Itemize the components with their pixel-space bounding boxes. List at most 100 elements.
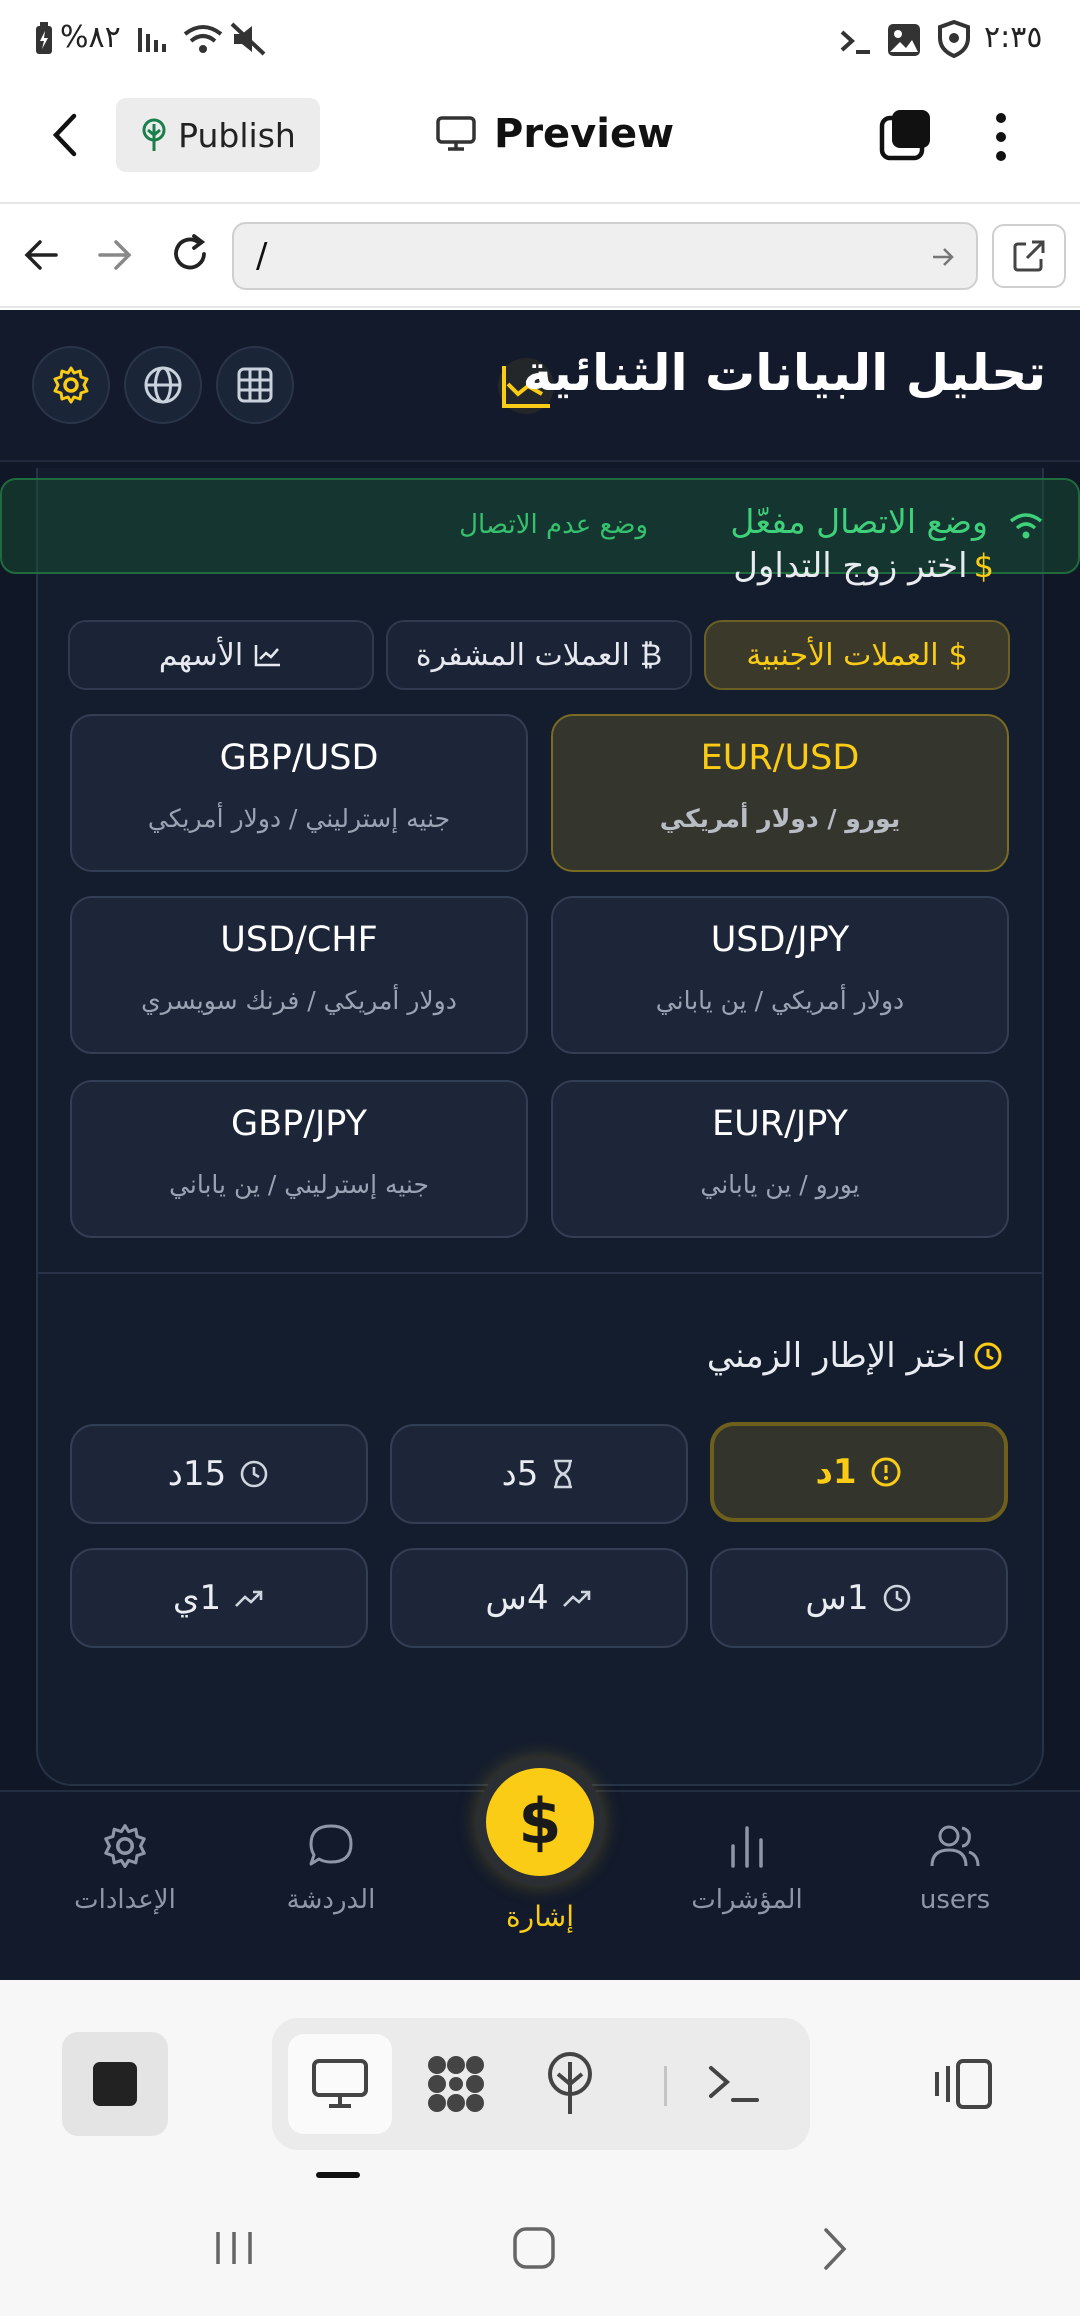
chart-line-icon [253, 642, 283, 668]
pair-symbol: EUR/USD [700, 738, 860, 778]
nav-signal-button[interactable]: $ [476, 1758, 604, 1886]
timeframe-5m[interactable]: 5د [390, 1424, 688, 1524]
wifi-connected-icon [1008, 510, 1044, 540]
dock-view-switcher [272, 2018, 810, 2150]
open-external-button[interactable] [992, 224, 1066, 288]
dock-separator [664, 2066, 667, 2106]
pair-card-eurjpy[interactable]: EUR/JPY يورو / ين ياباني [551, 1080, 1009, 1238]
timeframe-1d[interactable]: 1ي [70, 1548, 368, 1648]
offline-mode-link[interactable]: وضع عدم الاتصال [459, 510, 648, 540]
tab-crypto-label: العملات المشفرة [415, 637, 630, 673]
browser-url-bar: / [0, 202, 1080, 308]
pair-name: يورو / ين ياباني [700, 1170, 860, 1199]
pair-card-usdchf[interactable]: USD/CHF دولار أمريكي / فرنك سويسري [70, 896, 528, 1054]
pair-name: يورو / دولار أمريكي [659, 804, 901, 833]
grid-icon [236, 366, 274, 404]
code-view-button[interactable] [404, 2034, 508, 2134]
stop-square-icon [91, 2060, 139, 2108]
publish-button[interactable]: Publish [116, 98, 320, 172]
monitor-icon [436, 116, 476, 152]
nav-signal-label[interactable]: إشارة [440, 1900, 640, 1933]
pair-symbol: GBP/JPY [230, 1104, 368, 1144]
nav-label: المؤشرات [691, 1885, 803, 1915]
nav-users[interactable]: users [870, 1822, 1040, 1915]
preview-title: Preview [436, 104, 674, 164]
nav-indicators[interactable]: المؤشرات [662, 1822, 832, 1915]
external-link-icon [1012, 239, 1046, 273]
hourglass-icon [550, 1458, 576, 1490]
pair-section-title: $ اختر زوج التداول [733, 546, 994, 586]
timeframe-section-title-text: اختر الإطار الزمني [706, 1336, 966, 1376]
back-chevron-icon[interactable] [50, 110, 80, 160]
wifi-icon [182, 22, 224, 56]
nav-label: الدردشة [286, 1885, 376, 1915]
tree-publish-icon [544, 2052, 596, 2116]
system-navigation-bar [0, 2190, 1080, 2316]
globe-icon [142, 364, 184, 406]
pair-symbol: USD/CHF [220, 920, 378, 960]
timeframe-label: 4س [485, 1578, 549, 1618]
tab-crypto[interactable]: ₿ العملات المشفرة [386, 620, 692, 690]
bar-chart-icon [725, 1822, 769, 1870]
timeframe-label: 1ي [172, 1578, 222, 1618]
alert-circle-icon [869, 1455, 903, 1489]
timeframe-1m[interactable]: 1د [710, 1422, 1008, 1522]
gear-icon [101, 1822, 149, 1870]
tab-forex[interactable]: $ العملات الأجنبية [704, 620, 1010, 690]
tab-stocks[interactable]: الأسهم [68, 620, 374, 690]
preview-view-button[interactable] [288, 2034, 392, 2134]
timeframe-15m[interactable]: 15د [70, 1424, 368, 1524]
pair-card-gbpjpy[interactable]: GBP/JPY جنيه إسترليني / ين ياباني [70, 1080, 528, 1238]
language-button[interactable] [124, 346, 202, 424]
pair-card-gbpusd[interactable]: GBP/USD جنيه إسترليني / دولار أمريكي [70, 714, 528, 872]
console-view-button[interactable] [682, 2034, 786, 2134]
panel-toggle-icon[interactable] [932, 2058, 994, 2110]
nav-label: users [919, 1885, 991, 1915]
clock-time: ٢:٣٥ [984, 20, 1043, 55]
timeframe-4h[interactable]: 4س [390, 1548, 688, 1648]
app-preview: تحليل البيانات الثنائية وضع الاتصال مفعّ… [0, 310, 1080, 1980]
dollar-icon: $ [948, 637, 968, 673]
pair-card-eurusd[interactable]: EUR/USD يورو / دولار أمريكي [551, 714, 1009, 872]
pair-symbol: USD/JPY [710, 920, 850, 960]
pair-card-usdjpy[interactable]: USD/JPY دولار أمريكي / ين ياباني [551, 896, 1009, 1054]
battery-percent: %٨٢ [60, 20, 121, 55]
gear-icon [51, 365, 91, 405]
tabs-switcher-icon[interactable] [878, 108, 934, 164]
pair-name: جنيه إسترليني / ين ياباني [169, 1170, 429, 1199]
nav-back-arrow-icon[interactable] [22, 236, 60, 274]
reload-icon[interactable] [168, 232, 212, 276]
dollar-icon: $ [973, 547, 994, 585]
terminal-icon [707, 2062, 761, 2106]
back-nav-icon[interactable] [820, 2226, 850, 2272]
chat-bubble-icon [306, 1822, 356, 1870]
tab-forex-label: العملات الأجنبية [746, 637, 939, 673]
pair-symbol: GBP/USD [219, 738, 379, 778]
trending-up-icon [561, 1586, 593, 1610]
url-text: / [256, 236, 268, 276]
nav-forward-arrow-icon[interactable] [96, 236, 134, 274]
recents-icon[interactable] [212, 2228, 256, 2268]
timeframe-label: 1د [815, 1452, 857, 1492]
stop-button[interactable] [62, 2032, 168, 2136]
bitcoin-icon: ₿ [639, 637, 663, 673]
go-arrow-icon[interactable] [930, 244, 956, 270]
timeframe-label: 5د [501, 1454, 539, 1494]
settings-gear-button[interactable] [32, 346, 110, 424]
pair-name: جنيه إسترليني / دولار أمريكي [147, 804, 451, 833]
shield-status-icon [938, 20, 970, 58]
monitor-icon [311, 2058, 369, 2110]
nav-chat[interactable]: الدردشة [246, 1822, 416, 1915]
pair-name: دولار أمريكي / فرنك سويسري [141, 986, 457, 1015]
home-icon[interactable] [512, 2226, 556, 2270]
section-divider [36, 1272, 1044, 1274]
url-input[interactable]: / [232, 222, 978, 290]
more-vertical-icon[interactable] [988, 110, 1014, 164]
publish-view-button[interactable] [518, 2034, 622, 2134]
nav-settings[interactable]: الإعدادات [40, 1822, 210, 1915]
preview-label: Preview [494, 111, 675, 157]
timeframe-1h[interactable]: 1س [710, 1548, 1008, 1648]
grid-view-button[interactable] [216, 346, 294, 424]
battery-icon [34, 22, 54, 56]
editor-toolbar: Publish Preview [0, 80, 1080, 202]
